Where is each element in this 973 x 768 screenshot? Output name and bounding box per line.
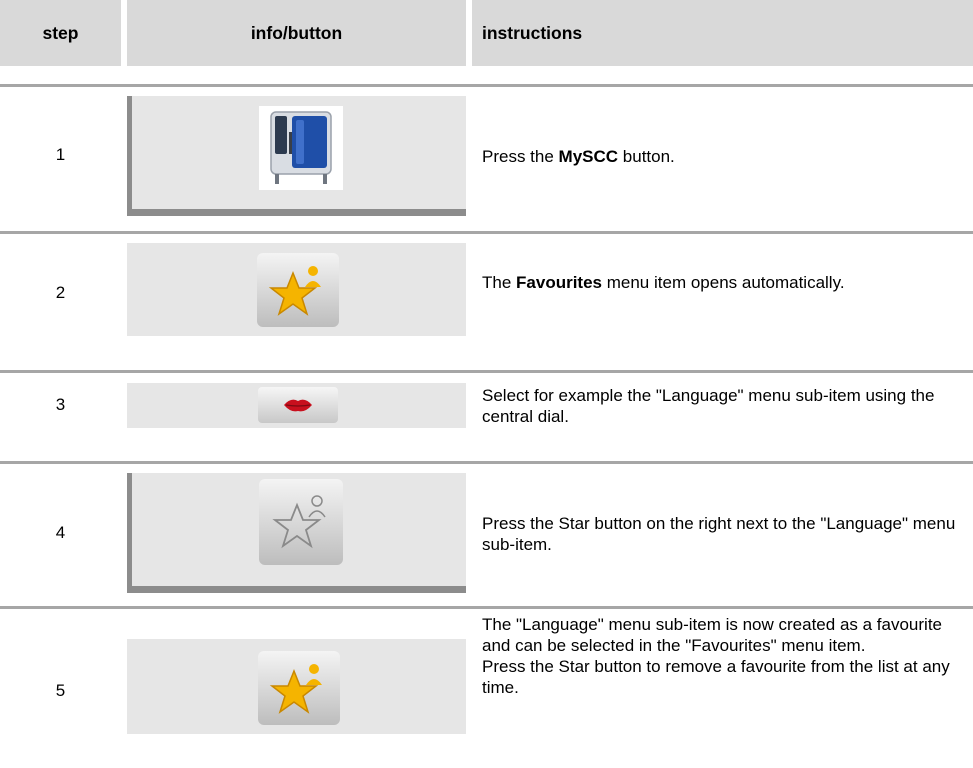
instruction-2: The Favourites menu item opens automatic… xyxy=(482,272,962,293)
header-info-cell: info/button xyxy=(127,0,466,66)
language-lips-icon[interactable] xyxy=(258,387,338,423)
row-divider xyxy=(0,461,973,464)
row-divider xyxy=(0,84,973,87)
row-divider xyxy=(0,231,973,234)
header-step-cell: step xyxy=(0,0,121,66)
myscc-oven-icon[interactable] xyxy=(259,106,343,190)
favourites-star-icon[interactable] xyxy=(258,651,340,725)
instruction-1-text-a: Press the xyxy=(482,147,559,166)
row-divider xyxy=(0,370,973,373)
instruction-1: Press the MySCC button. xyxy=(482,146,962,167)
header-instructions-cell: instructions xyxy=(472,0,973,66)
instruction-4: Press the Star button on the right next … xyxy=(482,514,956,554)
instruction-3: Select for example the "Language" menu s… xyxy=(482,386,935,426)
step-number-5: 5 xyxy=(55,681,66,700)
header-info-label: info/button xyxy=(250,23,343,43)
info-panel-5 xyxy=(127,639,466,734)
info-panel-1 xyxy=(127,96,466,216)
header-instructions-label: instructions xyxy=(482,23,583,43)
instruction-1-bold: MySCC xyxy=(558,147,619,166)
instruction-5: The "Language" menu sub-item is now crea… xyxy=(482,614,962,698)
instruction-2-text-a: The xyxy=(482,273,517,292)
step-number-4: 4 xyxy=(55,523,66,542)
step-number-3: 3 xyxy=(55,395,66,414)
info-panel-4 xyxy=(127,473,466,593)
instruction-5-line-2: Press the Star button to remove a favour… xyxy=(482,657,950,697)
info-panel-3 xyxy=(127,383,466,428)
favourites-star-icon[interactable] xyxy=(257,253,339,327)
instruction-1-text-b: button. xyxy=(618,147,675,166)
row-divider xyxy=(0,606,973,609)
step-number-1: 1 xyxy=(55,145,66,164)
instruction-5-line-1: The "Language" menu sub-item is now crea… xyxy=(482,615,942,655)
instruction-2-text-b: menu item opens automatically. xyxy=(602,273,845,292)
star-outline-icon[interactable] xyxy=(259,479,343,565)
step-number-2: 2 xyxy=(55,283,66,302)
header-step-label: step xyxy=(42,23,79,43)
instruction-2-bold: Favourites xyxy=(516,273,603,292)
info-panel-2 xyxy=(127,243,466,336)
